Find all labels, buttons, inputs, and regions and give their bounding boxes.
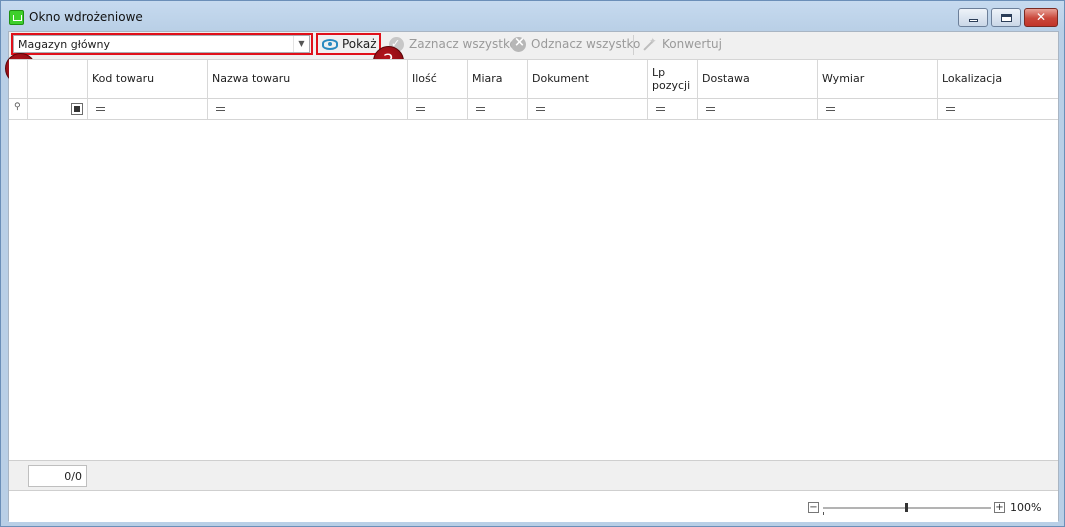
minimize-icon — [969, 19, 978, 22]
toolbar-divider — [633, 35, 634, 55]
highlight-frame-warehouse — [11, 33, 313, 55]
grid-footer: 0/0 — [9, 460, 1058, 491]
filter-row: ⚲ — [9, 99, 1058, 120]
zoom-slider-thumb[interactable] — [905, 503, 908, 512]
column-header-nazwa[interactable]: Nazwa towaru — [207, 60, 407, 99]
column-header-miara[interactable]: Miara — [467, 60, 527, 99]
equals-icon — [946, 107, 955, 111]
app-window: Okno wdrożeniowe ✕ Magazyn główny ▼ Poka… — [0, 0, 1065, 527]
filter-cell-miara[interactable] — [467, 99, 527, 119]
column-header-lokalizacja[interactable]: Lokalizacja — [937, 60, 1058, 99]
equals-icon — [96, 107, 105, 111]
equals-icon — [536, 107, 545, 111]
convert-button[interactable]: Konwertuj — [642, 34, 722, 54]
select-all-button[interactable]: Zaznacz wszystko — [389, 36, 517, 54]
close-icon: ✕ — [1035, 10, 1047, 24]
filter-cell-ilosc[interactable] — [407, 99, 467, 119]
equals-icon — [706, 107, 715, 111]
column-header-lp[interactable]: Lp pozycji — [647, 60, 697, 99]
zoom-out-button[interactable]: − — [808, 502, 819, 513]
filter-cell-select[interactable] — [27, 99, 87, 119]
highlight-frame-show — [316, 33, 381, 55]
deselect-all-label: Odznacz wszystko — [531, 37, 641, 51]
toolbar: Magazyn główny ▼ Pokaż Zaznacz wszystko … — [5, 32, 1058, 84]
column-header-ilosc[interactable]: Ilość — [407, 60, 467, 99]
grid-header: Kod towaru Nazwa towaru Ilość Miara Doku… — [9, 59, 1058, 99]
pin-icon: ⚲ — [14, 102, 21, 112]
maximize-icon — [1001, 14, 1012, 22]
convert-label: Konwertuj — [662, 37, 722, 51]
filter-cell-dostawa[interactable] — [697, 99, 817, 119]
filter-cell-kod[interactable] — [87, 99, 207, 119]
deselect-all-button[interactable]: Odznacz wszystko — [511, 35, 641, 54]
equals-icon — [826, 107, 835, 111]
maximize-button[interactable] — [991, 8, 1021, 27]
filter-cell-lokalizacja[interactable] — [937, 99, 1058, 119]
grid-body[interactable] — [9, 120, 1058, 460]
minimize-button[interactable] — [958, 8, 988, 27]
equals-icon — [216, 107, 225, 111]
close-button[interactable]: ✕ — [1024, 8, 1058, 27]
zoom-in-button[interactable]: + — [994, 502, 1005, 513]
column-header-dokument[interactable]: Dokument — [527, 60, 647, 99]
zoom-slider-tick — [823, 512, 824, 515]
title-bar[interactable]: Okno wdrożeniowe ✕ — [1, 1, 1064, 33]
filter-cell-dokument[interactable] — [527, 99, 647, 119]
filter-cell-pin[interactable]: ⚲ — [9, 99, 27, 119]
record-counter: 0/0 — [28, 465, 87, 487]
filter-cell-lp[interactable] — [647, 99, 697, 119]
status-bar: − + 100% — [9, 491, 1058, 522]
column-header-dostawa[interactable]: Dostawa — [697, 60, 817, 99]
client-area: Magazyn główny ▼ Pokaż Zaznacz wszystko … — [5, 31, 1059, 522]
magic-wand-icon — [642, 34, 657, 51]
equals-icon — [656, 107, 665, 111]
column-header-select[interactable] — [27, 60, 87, 99]
filter-cell-nazwa[interactable] — [207, 99, 407, 119]
basket-app-icon — [9, 10, 24, 25]
zoom-level-label: 100% — [1010, 501, 1042, 514]
select-all-checkbox[interactable] — [71, 103, 83, 115]
equals-icon — [476, 107, 485, 111]
equals-icon — [416, 107, 425, 111]
column-header-kod[interactable]: Kod towaru — [87, 60, 207, 99]
filter-cell-wymiar[interactable] — [817, 99, 937, 119]
x-circle-icon — [511, 35, 526, 52]
column-header-pin[interactable] — [9, 60, 27, 99]
select-all-label: Zaznacz wszystko — [409, 37, 517, 51]
column-header-wymiar[interactable]: Wymiar — [817, 60, 937, 99]
window-title: Okno wdrożeniowe — [29, 10, 143, 24]
